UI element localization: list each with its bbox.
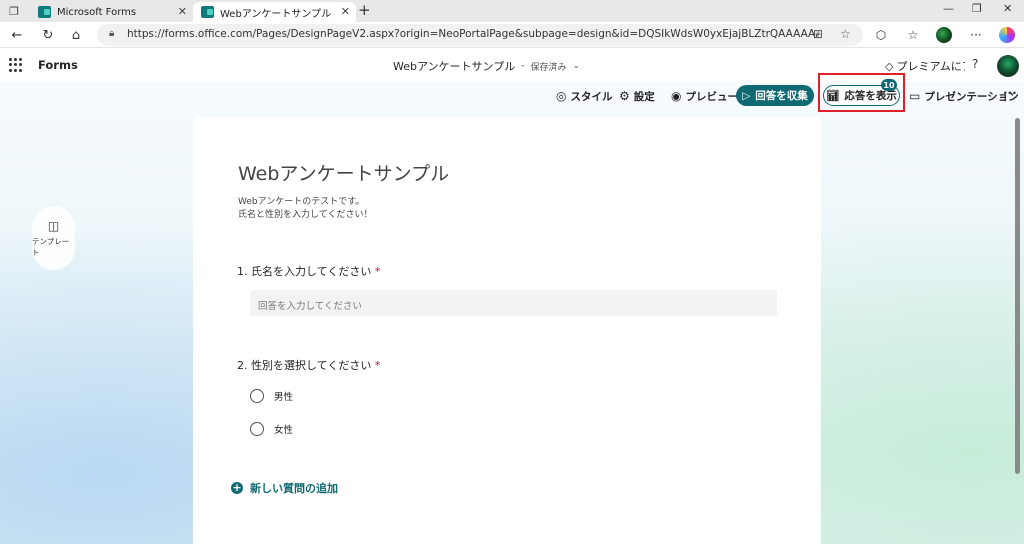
browser-tab-strip: ❐ Microsoft Forms ✕ Webアンケートサンプル ✕ + — ❐… — [0, 0, 1024, 22]
diamond-icon: ◇ — [885, 59, 894, 73]
required-mark: * — [374, 359, 381, 372]
form-card: Webアンケートサンプル Webアンケートのテストです。 氏名と性別を入力してく… — [193, 117, 821, 544]
forms-favicon-icon — [201, 6, 214, 18]
preview-button[interactable]: ◉ プレビュー — [671, 86, 738, 106]
option-label: 男性 — [274, 392, 294, 403]
scrollbar[interactable] — [1015, 118, 1020, 474]
copilot-icon[interactable] — [999, 27, 1015, 43]
browser-profile-avatar[interactable] — [936, 27, 952, 43]
answer-input[interactable]: 回答を入力してください — [250, 290, 777, 316]
separator: - — [521, 61, 525, 71]
new-tab-button[interactable]: + — [358, 1, 371, 19]
add-question-button[interactable]: + 新しい質問の追加 — [231, 480, 338, 496]
close-window-button[interactable]: ✕ — [1003, 2, 1012, 15]
user-avatar[interactable] — [997, 55, 1019, 77]
more-icon[interactable]: ··· — [967, 26, 985, 44]
layout-icon: ◫ — [47, 218, 60, 233]
header-title-text: Webアンケートサンプル — [393, 60, 516, 73]
extensions-icon[interactable]: ⬡ — [872, 26, 890, 44]
send-icon: ▷ — [742, 89, 751, 102]
tab-close-icon[interactable]: ✕ — [178, 5, 187, 18]
more-options-icon[interactable]: ··· — [1003, 86, 1017, 100]
tab-close-icon[interactable]: ✕ — [341, 5, 350, 18]
form-description[interactable]: Webアンケートのテストです。 氏名と性別を入力してください！ — [238, 196, 372, 222]
collect-responses-button[interactable]: ▷ 回答を収集 — [736, 85, 814, 106]
minimize-button[interactable]: — — [943, 2, 954, 15]
forms-favicon-icon — [38, 6, 51, 18]
radio-button[interactable] — [250, 422, 264, 436]
help-icon[interactable]: ? — [972, 57, 978, 71]
question-text: 氏名を入力してください — [251, 265, 372, 278]
restore-button[interactable]: ❐ — [972, 2, 982, 15]
settings-label: 設定 — [633, 90, 655, 103]
tab-title: Microsoft Forms — [57, 6, 137, 18]
description-line: 氏名と性別を入力してください！ — [238, 210, 373, 220]
collect-label: 回答を収集 — [755, 90, 808, 102]
saved-status: 保存済み — [530, 62, 567, 73]
add-question-label: 新しい質問の追加 — [250, 482, 338, 495]
radio-option-female[interactable]: 女性 — [250, 422, 293, 436]
eye-icon: ◉ — [671, 89, 682, 103]
settings-button[interactable]: ⚙ 設定 — [619, 86, 655, 106]
app-name[interactable]: Forms — [38, 58, 78, 72]
preview-label: プレビュー — [685, 90, 738, 103]
tab-microsoft-forms[interactable]: Microsoft Forms ✕ — [30, 2, 193, 22]
radio-option-male[interactable]: 男性 — [250, 389, 293, 403]
palette-icon: ◎ — [556, 89, 567, 103]
premium-upgrade-link[interactable]: ◇ プレミアムにア — [885, 58, 965, 74]
question-text: 性別を選択してください — [251, 359, 372, 372]
required-mark: * — [374, 265, 381, 278]
monitor-icon: ▭ — [909, 89, 921, 103]
description-line: Webアンケートのテストです。 — [238, 197, 365, 207]
tab-title: Webアンケートサンプル — [220, 8, 332, 20]
url-text[interactable]: https://forms.office.com/Pages/DesignPag… — [127, 28, 817, 40]
favorites-bar-icon[interactable]: ☆ — [904, 26, 922, 44]
style-button[interactable]: ◎ スタイル — [556, 86, 612, 106]
lock-icon[interactable]: 🔒︎ — [109, 28, 114, 39]
back-icon[interactable]: ← — [8, 26, 26, 44]
template-button[interactable]: ◫ テンプレート — [32, 206, 75, 270]
premium-label: プレミアムにア — [896, 60, 965, 73]
form-title[interactable]: Webアンケートサンプル — [238, 159, 449, 186]
header-form-title[interactable]: Webアンケートサンプル - 保存済み ⌄ — [393, 58, 580, 74]
read-view-icon[interactable]: ⊞ — [813, 27, 823, 41]
app-launcher-icon[interactable] — [9, 58, 23, 72]
option-label: 女性 — [274, 425, 294, 436]
highlight-box — [818, 73, 905, 112]
gear-icon: ⚙ — [619, 89, 630, 103]
home-icon[interactable]: ⌂ — [67, 26, 85, 44]
address-bar-row: ← ↻ ⌂ 🔒︎ https://forms.office.com/Pages/… — [0, 22, 1024, 48]
refresh-icon[interactable]: ↻ — [39, 26, 57, 44]
style-label: スタイル — [570, 90, 613, 103]
favorite-icon[interactable]: ☆ — [840, 27, 851, 41]
chevron-down-icon[interactable]: ⌄ — [572, 61, 580, 71]
question-number: 2. — [237, 359, 248, 372]
question-number: 1. — [237, 265, 248, 278]
question-1-title[interactable]: 1. 氏名を入力してください * — [237, 263, 380, 279]
plus-circle-icon: + — [231, 481, 243, 494]
question-2-title[interactable]: 2. 性別を選択してください * — [237, 357, 380, 373]
tab-actions-icon[interactable]: ❐ — [6, 3, 22, 19]
url-bar[interactable]: 🔒︎ https://forms.office.com/Pages/Design… — [97, 24, 863, 46]
template-label: テンプレート — [32, 236, 70, 257]
tab-web-survey[interactable]: Webアンケートサンプル ✕ — [193, 2, 356, 22]
radio-button[interactable] — [250, 389, 264, 403]
